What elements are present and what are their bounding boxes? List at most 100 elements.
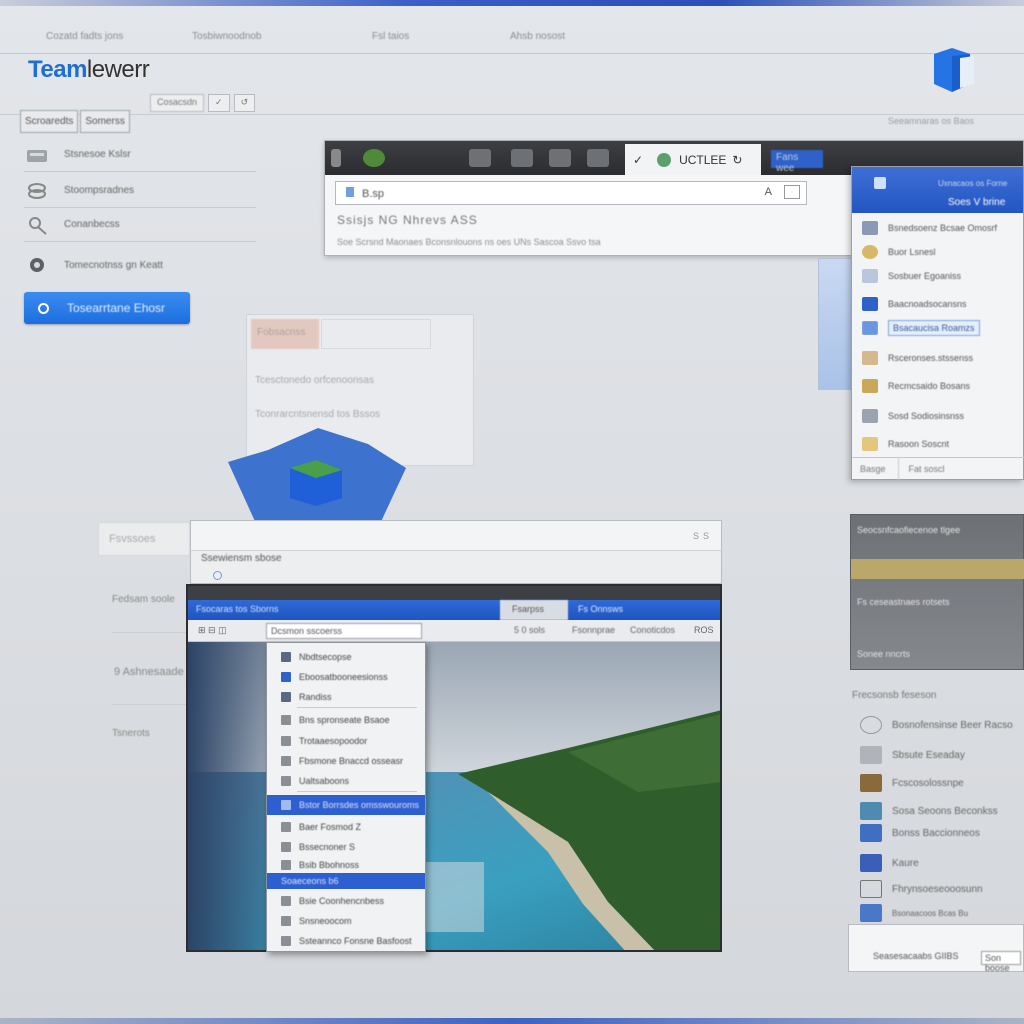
site-icon [657, 152, 672, 167]
viewer-tab[interactable]: Fsarpss [500, 600, 568, 620]
pill-row: Scroaredts Somerss [20, 110, 132, 133]
tool-icons[interactable]: ⊞ ⊟ ◫ [198, 625, 227, 636]
dialog-icon [874, 177, 886, 189]
list-item[interactable]: Fcscosolossnpe [860, 772, 1024, 794]
tool-item[interactable]: ROS [694, 625, 714, 635]
dialog-item[interactable]: Rsceronses.stssenss [862, 347, 1020, 369]
context-menu-item[interactable]: Baer Fosmod Z [267, 817, 425, 837]
tab-active[interactable]: ✓ UCTLEE ↻ [625, 144, 761, 175]
dialog-item-selected[interactable]: Bsacaucisa Roamzs [862, 317, 1020, 339]
list-item[interactable]: Sosa Seoons Beconkss [860, 800, 1024, 822]
sidebar-item[interactable]: Stoompsradnes [24, 174, 256, 208]
url-bar[interactable]: B.sp A [335, 181, 807, 205]
context-menu-item[interactable]: Bsib Bbohnoss [267, 855, 425, 875]
context-menu-item[interactable]: Eboosatbooneesionss [267, 667, 425, 687]
viewer-dropdown[interactable]: Dcsmon sscoerss [266, 623, 422, 639]
dialog-title: Soes V brine [948, 197, 1006, 208]
tile-line: Fs ceseastnaes rotsets [857, 597, 950, 607]
sub-tab-check[interactable]: ✓ [208, 94, 230, 112]
dialog-item[interactable]: Rasoon Soscnt [862, 433, 1020, 455]
context-menu-item[interactable]: Trotaaesopoodor [267, 731, 425, 751]
item-icon [860, 880, 882, 898]
reload-icon[interactable] [549, 149, 571, 167]
tool-item[interactable]: 5 0 sols [514, 625, 545, 635]
back-icon[interactable] [469, 149, 491, 167]
top-accent-strip [0, 0, 1024, 6]
expand-icon[interactable] [784, 185, 800, 199]
list-item[interactable]: Fhrynsoeseooosunn [860, 878, 1024, 900]
dialog-item[interactable]: Sosd Sodiosinsnss [862, 405, 1020, 427]
menu-item-icon [281, 692, 291, 702]
tile-line: Sonee nncrts [857, 649, 911, 659]
tool-item[interactable]: Fsonnprae [572, 625, 615, 635]
dialog-item-label: Rasoon Soscnt [888, 439, 950, 449]
context-menu-item[interactable]: Snsneoocom [267, 911, 425, 931]
menu-item[interactable]: Tosbiwnoodnob [192, 31, 262, 42]
context-menu-item[interactable]: Nbdtsecopse [267, 647, 425, 667]
home-icon[interactable] [587, 149, 609, 167]
item-icon [860, 854, 882, 872]
menu-item-label: Soaeceons b6 [281, 876, 339, 886]
menu-item-label: Bsie Coonhencnbess [299, 896, 385, 906]
menu-item[interactable]: Ahsb nosost [510, 31, 565, 42]
menu-item-icon [281, 896, 291, 906]
window-controls[interactable]: SS [693, 531, 713, 541]
viewer-tab-right[interactable]: Fs Onnsws [578, 604, 623, 614]
sub-tab[interactable]: Cosacsdn [150, 94, 205, 112]
menu-item[interactable]: Cozatd fadts jons [46, 31, 123, 42]
footer-field[interactable]: Fat soscl [897, 457, 945, 480]
context-menu-item[interactable]: Randiss [267, 687, 425, 707]
dialog-item[interactable]: Baacnoadsocansns [862, 293, 1020, 315]
item-icon [862, 321, 878, 335]
list-item[interactable]: Bsonaacoos Bcas Bu [860, 902, 1024, 924]
tool-item[interactable]: Conoticdos [630, 625, 675, 635]
pill-button[interactable]: Scroaredts [20, 110, 79, 133]
menu-item-icon [281, 652, 291, 662]
context-menu-item[interactable]: Ualtsaboons [267, 771, 425, 791]
menu-icon[interactable] [331, 149, 341, 167]
menu-item-label: Eboosatbooneesionss [299, 672, 388, 682]
sidebar-item-label: Tomecnotnss gn Keatt [64, 259, 163, 271]
context-menu-item-selected[interactable]: Bstor Borrsdes omsswouroms [267, 795, 425, 815]
sub-tab-refresh[interactable]: ↺ [233, 94, 256, 112]
faded-field [321, 319, 431, 349]
item-icon [862, 269, 878, 283]
dialog-item[interactable]: Bsnedsoenz Bcsae Omosrf [862, 217, 1020, 239]
dialog-item[interactable]: Sosbuer Egoaniss [862, 265, 1020, 287]
item-icon [862, 379, 878, 393]
faded-row: Tcesctonedo orfcenoonsas [255, 375, 374, 386]
primary-action-button[interactable]: Tosearrtane Ehosr [24, 292, 190, 324]
dialog-item[interactable]: Recmcsaido Bosans [862, 375, 1020, 397]
sidebar-item-label: Conanbecss [64, 219, 120, 230]
context-menu-item[interactable]: Bssecnoner S [267, 837, 425, 857]
menu-item-icon [281, 800, 291, 810]
sidebar-item[interactable]: Tomecnotnss gn Keatt [24, 248, 256, 282]
status-field[interactable]: Son boose [981, 951, 1021, 973]
list-item[interactable]: Kaure [860, 852, 1024, 874]
context-menu: Nbdtsecopse Eboosatbooneesionss Randiss … [266, 642, 426, 952]
primary-action-label: Tosearrtane Ehosr [67, 301, 166, 315]
context-menu-item[interactable]: Fbsmone Bnaccd osseasr [267, 751, 425, 771]
list-item-label: Bsonaacoos Bcas Bu [892, 908, 969, 918]
list-item[interactable]: Bonss Baccionneos [860, 822, 1024, 844]
pin-icon [29, 216, 47, 235]
bookmark-bar[interactable]: Soe Scrsnd Maonaes Bconsnlouons ns oes U… [337, 237, 817, 247]
pill-button[interactable]: Somerss [80, 110, 130, 133]
dialog-item[interactable]: Buor Lsnesl [862, 241, 1020, 263]
tab-blue[interactable]: Fans wee [771, 150, 823, 174]
font-icon[interactable]: A [765, 186, 772, 198]
forward-icon[interactable] [511, 149, 533, 167]
sidebar-item[interactable]: Stsnesoe Kslsr [24, 138, 256, 172]
context-menu-item[interactable]: Bsie Coonhencnbess [267, 891, 425, 911]
list-item-label: Sbsute Eseaday [892, 749, 965, 761]
menu-item-label: Ualtsaboons [299, 776, 350, 786]
sidebar-item[interactable]: Conanbecss [24, 208, 256, 242]
menu-item[interactable]: Fsl taios [372, 31, 409, 42]
context-menu-item-selected[interactable]: Soaeceons b6 [267, 873, 425, 889]
list-item[interactable]: Bosnofensinse Beer Racso [860, 714, 1024, 736]
secondary-tab[interactable]: Fsvssoes [98, 522, 190, 556]
context-menu-item[interactable]: Bns spronseate Bsaoe [267, 710, 425, 730]
globe-icon[interactable] [363, 149, 385, 167]
list-item[interactable]: Sbsute Eseaday [860, 744, 1024, 766]
context-menu-item[interactable]: Ssteannco Fonsne Basfoost [267, 931, 425, 951]
